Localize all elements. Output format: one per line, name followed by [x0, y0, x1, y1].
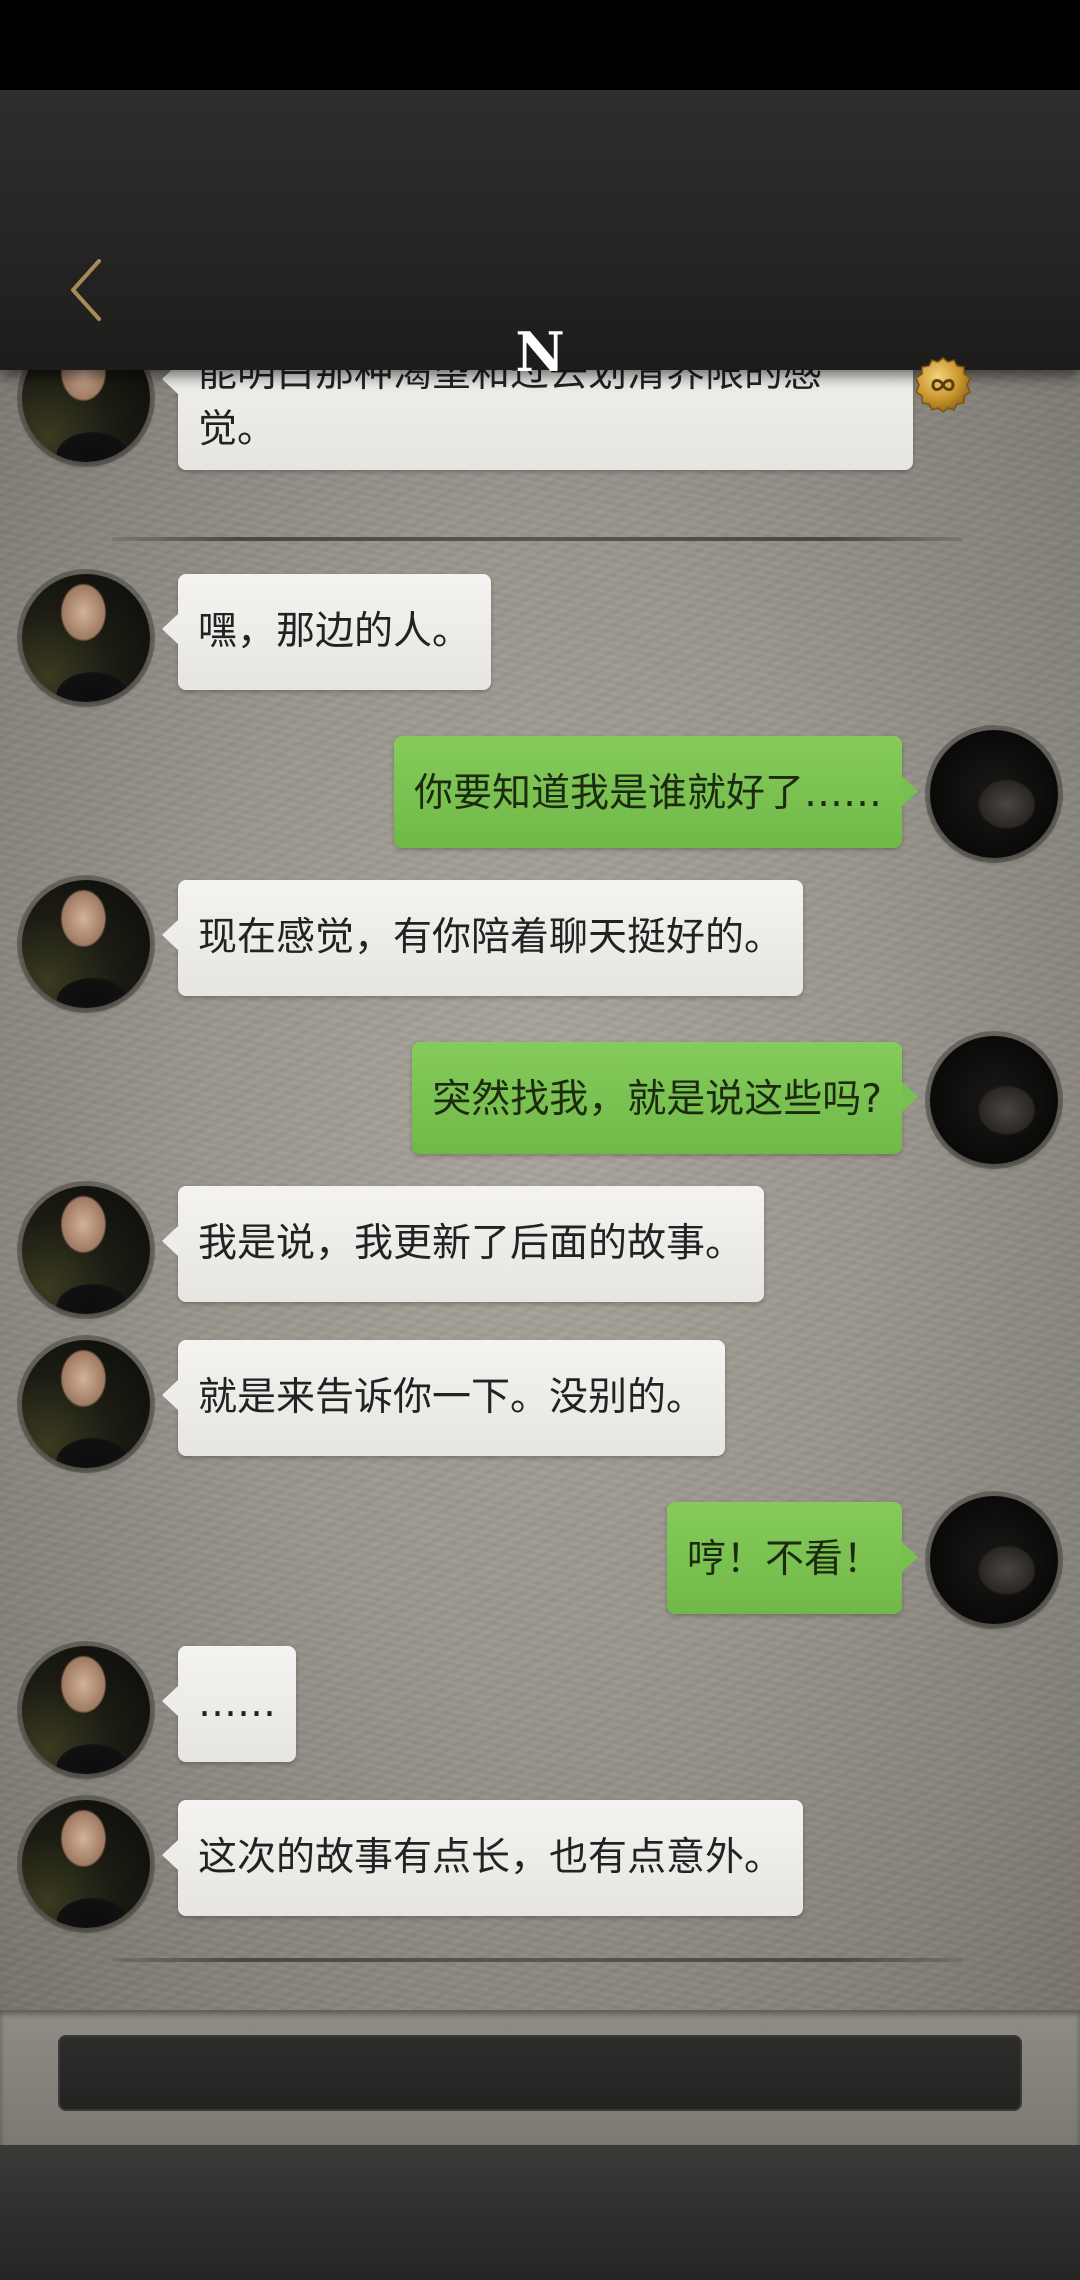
message-input[interactable]: [58, 2035, 1022, 2111]
message-bubble: 嘿，那边的人。: [161, 574, 492, 690]
message-bubble: 你要知道我是谁就好了……: [393, 736, 919, 848]
user-avatar[interactable]: [930, 730, 1058, 858]
message-bubble: 我是说，我更新了后面的故事。: [161, 1186, 765, 1302]
contact-avatar[interactable]: [22, 1340, 150, 1468]
user-avatar[interactable]: [930, 1036, 1058, 1164]
infinity-coin-icon: [915, 357, 971, 413]
chat-area[interactable]: 能明白那种渴望和过去划清界限的感 觉。 嘿，那边的人。 你要知道我是谁就好了………: [0, 370, 1080, 2010]
status-bar: [0, 0, 1080, 90]
input-bar: [0, 2010, 1080, 2145]
chevron-left-icon: [71, 259, 101, 321]
contact-avatar[interactable]: [22, 1186, 150, 1314]
message-bubble: 这次的故事有点长，也有点意外。: [161, 1800, 804, 1916]
coin-button[interactable]: [914, 356, 972, 414]
chat-screen: 能明白那种渴望和过去划清界限的感 觉。 嘿，那边的人。 你要知道我是谁就好了………: [0, 0, 1080, 2280]
message-bubble: 现在感觉，有你陪着聊天挺好的。: [161, 880, 804, 996]
bottom-bar: [0, 2145, 1080, 2280]
user-avatar[interactable]: [930, 1496, 1058, 1624]
message-text: 觉。: [198, 407, 277, 452]
contact-avatar[interactable]: [22, 880, 150, 1008]
message-bubble: 突然找我，就是说这些吗?: [412, 1042, 918, 1154]
message-bubble: 哼！不看！: [666, 1502, 919, 1614]
contact-avatar[interactable]: [22, 574, 150, 702]
message-bubble: ……: [162, 1646, 296, 1762]
contact-avatar[interactable]: [22, 1800, 150, 1928]
app-header: N: [0, 90, 1080, 413]
contact-avatar[interactable]: [22, 1646, 150, 1774]
section-divider: [112, 1958, 962, 1962]
section-divider: [112, 537, 962, 541]
message-bubble: 就是来告诉你一下。没别的。: [161, 1340, 726, 1456]
